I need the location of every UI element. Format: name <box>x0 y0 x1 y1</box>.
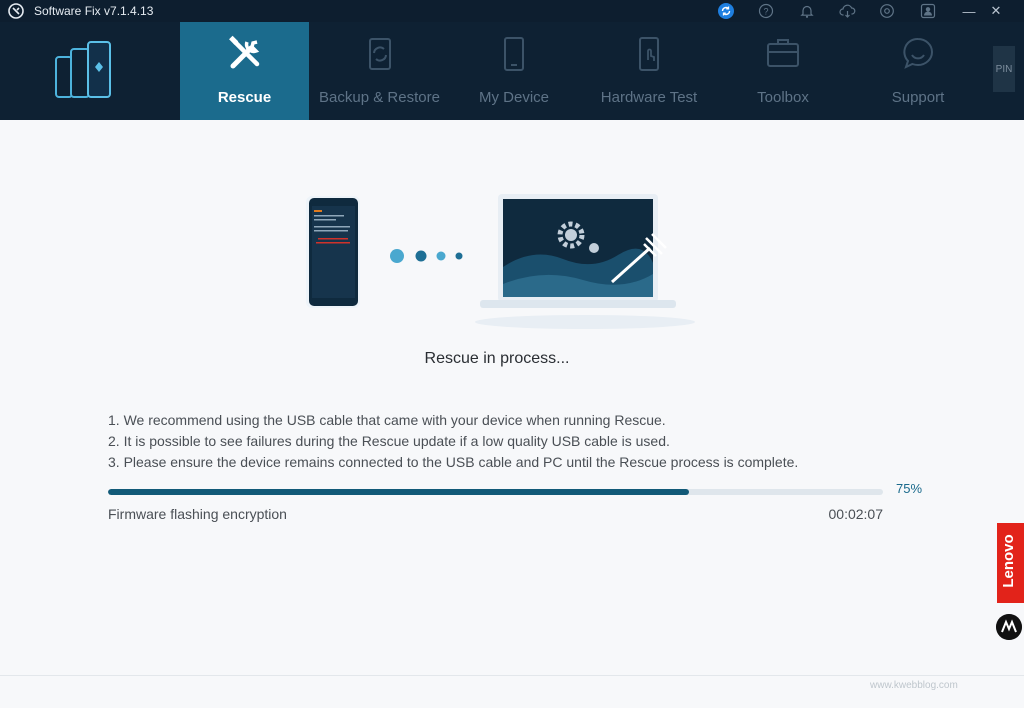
svg-text:?: ? <box>763 7 768 17</box>
transfer-dots <box>390 249 463 263</box>
tab-backup-restore-label: Backup & Restore <box>319 89 440 106</box>
bottom-divider <box>0 675 1024 676</box>
sync-icon[interactable] <box>717 2 735 20</box>
tip-item: 1. We recommend using the USB cable that… <box>108 412 666 428</box>
app-logo-icon <box>8 3 24 19</box>
close-button[interactable]: ✕ <box>986 1 1006 21</box>
tip-item: 2. It is possible to see failures during… <box>108 433 670 449</box>
lenovo-logo-text: Lenovo <box>1000 534 1017 588</box>
backup-icon <box>360 34 400 74</box>
laptop-illustration <box>475 194 695 329</box>
tab-hardware-test[interactable]: Hardware Test <box>592 22 706 120</box>
phone-icon <box>494 34 534 74</box>
phone-to-laptop-illustration <box>306 194 695 329</box>
progress-bar-fill <box>108 489 690 495</box>
current-step-label: Firmware flashing encryption <box>108 506 287 522</box>
tab-my-device[interactable]: My Device <box>470 22 558 120</box>
tab-backup-restore[interactable]: Backup & Restore <box>316 22 443 120</box>
tab-my-device-label: My Device <box>478 89 549 106</box>
tips-list: 1. We recommend using the USB cable that… <box>108 410 908 473</box>
motorola-logo-icon <box>996 614 1022 640</box>
tab-rescue[interactable]: Rescue <box>180 22 309 120</box>
minimize-button[interactable]: — <box>959 1 979 21</box>
cloud-download-icon[interactable] <box>838 2 856 20</box>
tab-support-label: Support <box>891 89 945 106</box>
tip-item: 3. Please ensure the device remains conn… <box>108 454 799 470</box>
settings-icon[interactable] <box>878 2 896 20</box>
elapsed-time: 00:02:07 <box>828 506 884 522</box>
title-bar: Software Fix v7.1.4.13 ? — ✕ <box>0 0 1024 22</box>
main-nav: Rescue Backup & Restore My Device Hardwa… <box>0 22 1024 120</box>
tab-toolbox[interactable]: Toolbox <box>747 22 819 120</box>
chat-bubble-icon <box>898 34 938 74</box>
tab-support[interactable]: Support <box>884 22 952 120</box>
wrench-screwdriver-icon <box>225 34 265 74</box>
help-icon[interactable]: ? <box>757 2 775 20</box>
devices-logo-icon <box>55 41 111 98</box>
pin-button[interactable]: PIN <box>993 46 1015 92</box>
toolbox-icon <box>763 34 803 74</box>
rescue-panel: Rescue in process... 1. We recommend usi… <box>0 120 1024 708</box>
status-title: Rescue in process... <box>424 350 570 367</box>
progress-percent: 75% <box>896 481 923 496</box>
watermark: www.kwebblog.com <box>870 680 958 691</box>
app-title: Software Fix v7.1.4.13 <box>34 4 154 18</box>
account-icon[interactable] <box>919 2 937 20</box>
tab-rescue-label: Rescue <box>217 89 272 106</box>
phone-illustration <box>306 196 360 308</box>
bell-icon[interactable] <box>798 2 816 20</box>
tab-hardware-test-label: Hardware Test <box>600 89 698 106</box>
progress-bar <box>108 489 883 495</box>
tab-toolbox-label: Toolbox <box>757 89 809 106</box>
touch-phone-icon <box>629 34 669 74</box>
